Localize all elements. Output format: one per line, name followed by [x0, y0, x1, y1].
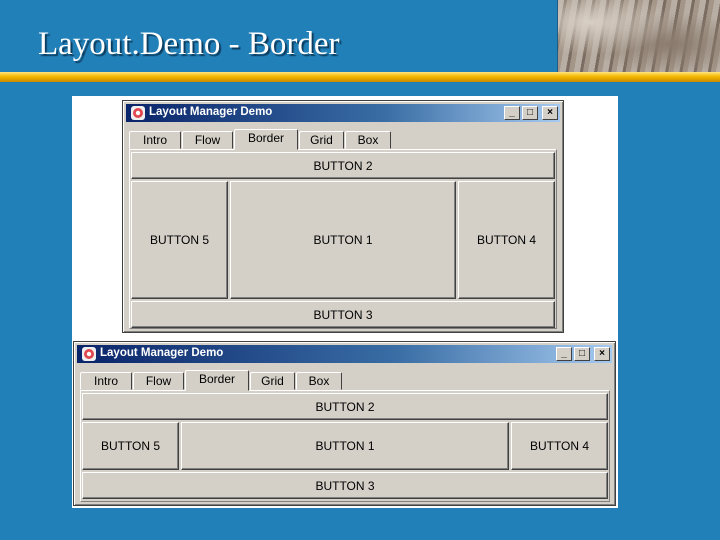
window-title: Layout Manager Demo	[149, 106, 273, 118]
tab-intro[interactable]: Intro	[80, 372, 132, 390]
maximize-button[interactable]: □	[522, 106, 538, 120]
button-west[interactable]: BUTTON 5	[131, 181, 228, 299]
button-south[interactable]: BUTTON 3	[82, 472, 608, 499]
tab-content: BUTTON 2 BUTTON 5 BUTTON 1 BUTTON 4 BUTT…	[80, 390, 610, 502]
window-titlebar[interactable]: Layout Manager Demo _ □ ×	[77, 345, 612, 363]
button-center[interactable]: BUTTON 1	[181, 422, 509, 470]
tab-box[interactable]: Box	[296, 372, 342, 390]
tab-border[interactable]: Border	[234, 129, 298, 150]
gold-divider	[0, 72, 720, 82]
demo-window-large: Layout Manager Demo _ □ × Intro Flow Bor…	[122, 100, 564, 333]
java-app-icon	[82, 347, 96, 361]
button-east[interactable]: BUTTON 4	[511, 422, 608, 470]
tab-intro[interactable]: Intro	[129, 131, 181, 149]
button-center[interactable]: BUTTON 1	[230, 181, 456, 299]
button-west[interactable]: BUTTON 5	[82, 422, 179, 470]
button-north[interactable]: BUTTON 2	[82, 393, 608, 420]
tab-strip: Intro Flow Border Grid Box	[80, 370, 610, 391]
window-titlebar[interactable]: Layout Manager Demo _ □ ×	[126, 104, 560, 122]
tab-flow[interactable]: Flow	[182, 131, 233, 149]
tab-grid[interactable]: Grid	[250, 372, 295, 390]
minimize-button[interactable]: _	[504, 106, 520, 120]
slide-title: Layout.Demo - Border	[38, 26, 340, 62]
tab-grid[interactable]: Grid	[299, 131, 344, 149]
button-north[interactable]: BUTTON 2	[131, 152, 555, 179]
button-south[interactable]: BUTTON 3	[131, 301, 555, 328]
header-photo	[557, 0, 720, 74]
java-app-icon	[131, 106, 145, 120]
minimize-button[interactable]: _	[556, 347, 572, 361]
window-title: Layout Manager Demo	[100, 347, 224, 359]
close-button[interactable]: ×	[594, 347, 610, 361]
tab-box[interactable]: Box	[345, 131, 391, 149]
button-east[interactable]: BUTTON 4	[458, 181, 555, 299]
maximize-button[interactable]: □	[574, 347, 590, 361]
demo-window-wide: Layout Manager Demo _ □ × Intro Flow Bor…	[73, 341, 616, 506]
tab-strip: Intro Flow Border Grid Box	[129, 129, 559, 150]
tab-flow[interactable]: Flow	[133, 372, 184, 390]
close-button[interactable]: ×	[542, 106, 558, 120]
tab-content: BUTTON 2 BUTTON 5 BUTTON 1 BUTTON 4 BUTT…	[129, 149, 557, 329]
tab-border[interactable]: Border	[185, 370, 249, 391]
